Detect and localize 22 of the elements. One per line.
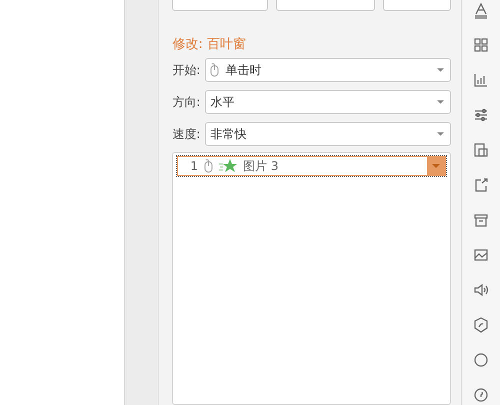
field-label: 开始: [172,62,202,78]
mouse-icon [210,63,220,77]
section-heading: 修改: 百叶窗 [172,36,247,53]
caret-icon [437,132,444,136]
grid-icon[interactable] [472,36,490,54]
mouse-icon [204,159,214,173]
caret-icon [437,100,444,104]
dropdown[interactable]: 水平 [205,90,452,114]
animation-item[interactable]: 1 图片 3 [177,156,446,176]
speaker-icon[interactable] [472,281,490,299]
dropdown[interactable]: 非常快 [205,122,452,146]
shield-icon[interactable] [472,316,490,334]
caret-icon [432,164,440,168]
circle-icon[interactable] [472,351,490,369]
field-label: 速度: [172,126,202,142]
field-label: 方向: [172,94,202,110]
star-icon [219,159,238,173]
dropdown[interactable]: 单击时 [205,58,452,82]
caret-icon [437,68,444,72]
item-number: 1 [190,159,198,173]
help-icon[interactable] [472,386,490,404]
item-name: 图片 3 [243,158,280,174]
